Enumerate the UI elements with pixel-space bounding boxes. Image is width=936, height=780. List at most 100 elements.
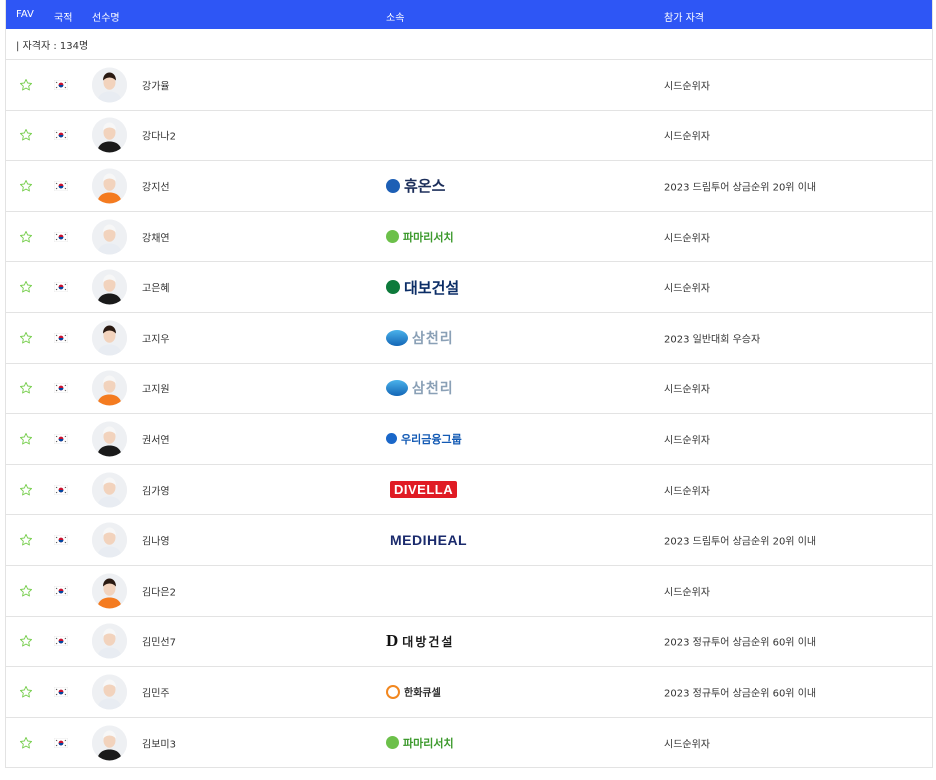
table-row: 고은혜 대보건설 시드순위자 [6, 262, 932, 313]
korea-flag-icon [54, 231, 68, 242]
korea-flag-icon [54, 433, 68, 444]
korea-flag-icon [54, 636, 68, 647]
header-player-name: 선수명 [92, 13, 120, 24]
sponsor-logo-mark-icon: D [386, 631, 399, 651]
player-avatar[interactable] [92, 522, 127, 558]
player-rows: 강가율undefined시드순위자강다나2undefined시드순위자강지선 휴온… [6, 60, 932, 769]
player-avatar[interactable] [92, 67, 127, 103]
favorite-star-icon[interactable] [19, 381, 33, 395]
table-row: 강가율undefined시드순위자 [6, 60, 932, 111]
korea-flag-icon [54, 130, 68, 141]
player-name[interactable]: 김가영 [142, 482, 170, 497]
sponsor-logo-text: 한화큐셀 [404, 688, 441, 700]
header-nationality: 국적 [54, 13, 73, 24]
sponsor-logo-mark-icon [386, 684, 400, 699]
player-avatar[interactable] [92, 573, 127, 609]
player-avatar[interactable] [92, 472, 127, 508]
player-name[interactable]: 김나영 [142, 533, 170, 548]
favorite-star-icon[interactable] [19, 128, 33, 142]
sponsor-logo-text: 삼천리 [412, 380, 454, 397]
sponsor-logo-mark-icon [386, 178, 400, 193]
player-name[interactable]: 강다나2 [142, 128, 176, 143]
sponsor-logo: D 대방건설 [386, 630, 476, 652]
sponsor-logo: 대보건설 [386, 276, 476, 298]
favorite-star-icon[interactable] [19, 230, 33, 244]
player-name[interactable]: 고지원 [142, 381, 170, 396]
favorite-star-icon[interactable] [19, 685, 33, 699]
favorite-star-icon[interactable] [19, 179, 33, 193]
sponsor-logo-text: 대보건설 [404, 279, 460, 297]
player-avatar[interactable] [92, 219, 127, 255]
sponsor-logo: 파마리서치 [386, 226, 476, 248]
favorite-star-icon[interactable] [19, 584, 33, 598]
player-avatar[interactable] [92, 623, 127, 659]
qualification-text: 2023 일반대회 우승자 [664, 334, 761, 346]
qualification-text: 시드순위자 [664, 739, 710, 751]
player-avatar[interactable] [92, 117, 127, 153]
favorite-star-icon[interactable] [19, 331, 33, 345]
korea-flag-icon [54, 383, 68, 394]
korea-flag-icon [54, 535, 68, 546]
korea-flag-icon [54, 737, 68, 748]
korea-flag-icon [54, 686, 68, 697]
table-row: 권서연 우리금융그룹 시드순위자 [6, 414, 932, 465]
sponsor-logo: DIVELLA [386, 479, 476, 501]
sponsor-logo: 삼천리 [386, 327, 476, 349]
table-row: 김민주 한화큐셀 2023 정규투어 상금순위 60위 이내 [6, 667, 932, 718]
player-name[interactable]: 김다은2 [142, 583, 176, 598]
sponsor-logo-text: 휴온스 [404, 178, 446, 196]
favorite-star-icon[interactable] [19, 736, 33, 750]
sponsor-logo-text: DIVELLA [390, 481, 458, 499]
table-row: 강지선 휴온스 2023 드림투어 상금순위 20위 이내 [6, 161, 932, 212]
favorite-star-icon[interactable] [19, 432, 33, 446]
sponsor-logo: 파마리서치 [386, 732, 476, 754]
qualification-text: 시드순위자 [664, 435, 710, 447]
player-name[interactable]: 강채연 [142, 229, 170, 244]
player-avatar[interactable] [92, 320, 127, 356]
qualification-text: 시드순위자 [664, 384, 710, 396]
sponsor-logo: MEDIHEAL [386, 529, 476, 551]
player-avatar[interactable] [92, 370, 127, 406]
player-name[interactable]: 김민주 [142, 684, 170, 699]
player-name[interactable]: 강지선 [142, 178, 170, 193]
table-row: 김나영 MEDIHEAL 2023 드림투어 상금순위 20위 이내 [6, 515, 932, 566]
sponsor-logo: 우리금융그룹 [386, 428, 476, 450]
qualification-text: 시드순위자 [664, 587, 710, 599]
korea-flag-icon [54, 585, 68, 596]
qualification-text: 2023 정규투어 상금순위 60위 이내 [664, 688, 817, 700]
korea-flag-icon [54, 180, 68, 191]
player-name[interactable]: 고지우 [142, 330, 170, 345]
sponsor-logo-text: 우리금융그룹 [401, 433, 462, 446]
table-row: 고지원 삼천리 시드순위자 [6, 364, 932, 415]
sponsor-logo: 휴온스 [386, 175, 476, 197]
table-header: FAV 국적 선수명 소속 참가 자격 [6, 0, 932, 29]
player-name[interactable]: 김보미3 [142, 735, 176, 750]
player-avatar[interactable] [92, 168, 127, 204]
sponsor-logo-text: 파마리서치 [403, 737, 454, 750]
player-avatar[interactable] [92, 725, 127, 761]
favorite-star-icon[interactable] [19, 634, 33, 648]
favorite-star-icon[interactable] [19, 533, 33, 547]
player-name[interactable]: 강가율 [142, 77, 170, 92]
qualification-text: 시드순위자 [664, 283, 710, 295]
player-avatar[interactable] [92, 269, 127, 305]
player-name[interactable]: 권서연 [142, 431, 170, 446]
table-row: 김다은2undefined시드순위자 [6, 566, 932, 617]
header-affiliation: 소속 [386, 13, 405, 24]
sponsor-logo-mark-icon [386, 230, 399, 244]
qualification-text: 2023 정규투어 상금순위 60위 이내 [664, 637, 817, 649]
player-avatar[interactable] [92, 674, 127, 710]
favorite-star-icon[interactable] [19, 78, 33, 92]
favorite-star-icon[interactable] [19, 483, 33, 497]
player-name[interactable]: 고은혜 [142, 280, 170, 295]
korea-flag-icon [54, 282, 68, 293]
sponsor-logo-text: 대방건설 [402, 634, 455, 649]
qualification-text: 시드순위자 [664, 81, 710, 93]
qualification-text: 시드순위자 [664, 486, 710, 498]
table-row: 김보미3 파마리서치 시드순위자 [6, 718, 932, 769]
sponsor-logo-text: 삼천리 [412, 329, 454, 346]
sponsor-logo-text: 파마리서치 [403, 231, 454, 244]
player-avatar[interactable] [92, 421, 127, 457]
player-name[interactable]: 김민선7 [142, 634, 176, 649]
favorite-star-icon[interactable] [19, 280, 33, 294]
